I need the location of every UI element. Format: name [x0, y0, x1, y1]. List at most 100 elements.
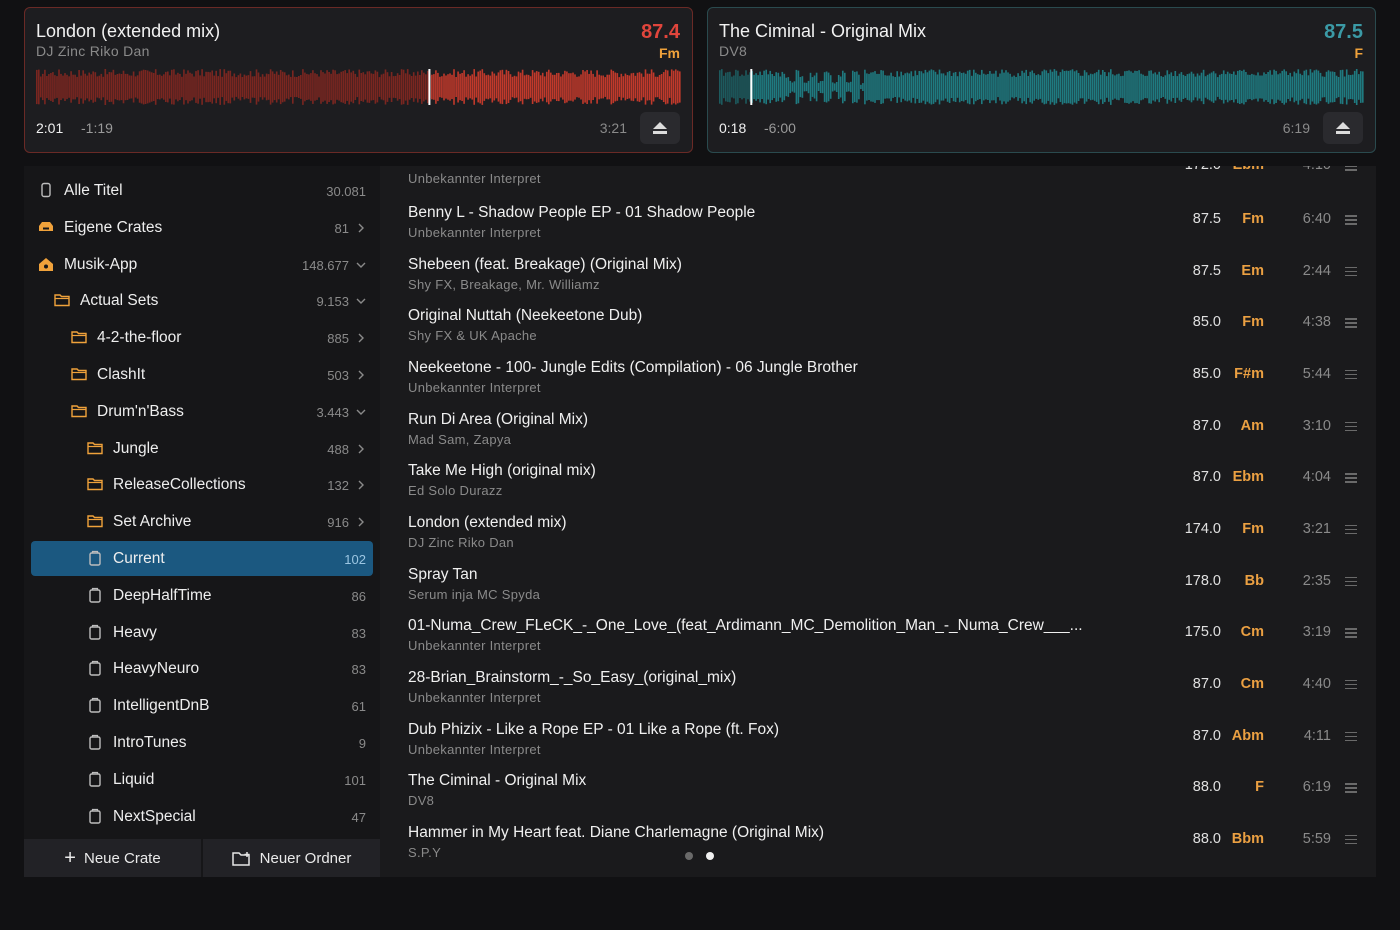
new-crate-button[interactable]: + Neue Crate [24, 839, 201, 877]
drag-handle-icon[interactable] [1345, 679, 1357, 690]
deck-b-title: The Ciminal - Original Mix [719, 21, 927, 41]
drag-handle-icon[interactable] [1345, 783, 1357, 793]
deck-b: The Ciminal - Original Mix DV8 87.5 F 0:… [707, 7, 1376, 153]
drag-handle-icon[interactable] [1345, 731, 1357, 741]
track-row[interactable]: Original Nuttah (Neekeetone Dub) Shy FX &… [380, 307, 1376, 359]
sidebar-item-4-2-the-floor[interactable]: 4-2-the-floor 885 [31, 320, 373, 355]
sidebar-item-actual-sets[interactable]: Actual Sets 9.153 [31, 283, 373, 318]
page-dot-2[interactable] [706, 852, 714, 860]
track-bpm: 87.0 [1192, 675, 1221, 692]
sidebar-item-liquid[interactable]: Liquid 101 [31, 762, 373, 797]
track-row[interactable]: Neekeetone - 100- Jungle Edits (Compilat… [380, 359, 1376, 411]
sidebar-item-current[interactable]: Current 102 [31, 541, 373, 576]
drag-handle-icon[interactable] [1345, 524, 1357, 535]
folder-icon [71, 329, 87, 345]
track-row[interactable]: Dub Phizix - Like a Rope EP - 01 Like a … [380, 721, 1376, 773]
sidebar-item-set-archive[interactable]: Set Archive 916 [31, 504, 373, 539]
playlist-icon [87, 697, 103, 713]
folder-icon [71, 403, 87, 419]
track-artist: Unbekannter Interpret [408, 171, 541, 186]
sidebar-item-label: HeavyNeuro [113, 660, 200, 678]
chevron-right-icon[interactable] [356, 515, 366, 527]
sidebar-item-introtunes[interactable]: IntroTunes 9 [31, 725, 373, 760]
page-indicator[interactable] [685, 852, 714, 860]
track-duration: 2:35 [1302, 572, 1331, 589]
track-row[interactable]: Benny L - Shadow People EP - 01 Shadow P… [380, 204, 1376, 256]
sidebar-item-jungle[interactable]: Jungle 488 [31, 431, 373, 466]
chevron-right-icon[interactable] [356, 478, 366, 490]
track-key: Em [1241, 262, 1264, 279]
page-dot-1[interactable] [685, 852, 693, 860]
sidebar-item-deephalftime[interactable]: DeepHalfTime 86 [31, 578, 373, 613]
deck-b-eject-button[interactable] [1323, 112, 1363, 144]
track-key: Fm [1242, 211, 1264, 227]
drag-handle-icon[interactable] [1345, 166, 1357, 171]
track-title: London (extended mix) [408, 513, 567, 531]
track-row[interactable]: 01-Numa_Crew_FLeCK_-_One_Love_(feat_Ardi… [380, 617, 1376, 669]
track-key: Abm [1231, 727, 1264, 744]
deck-b-remaining: -6:00 [764, 120, 796, 136]
new-folder-button[interactable]: Neuer Ordner [203, 839, 380, 877]
playhead-marker [750, 69, 753, 105]
deck-b-artist: DV8 [719, 43, 748, 59]
drag-handle-icon[interactable] [1345, 473, 1357, 483]
chevron-right-icon[interactable] [356, 221, 366, 233]
deck-b-duration: 6:19 [1282, 120, 1310, 136]
sidebar-item-clashit[interactable]: ClashIt 503 [31, 357, 373, 392]
track-key: F [1255, 779, 1264, 796]
sidebar-item-drum-n-bass[interactable]: Drum'n'Bass 3.443 [31, 394, 373, 429]
track-duration: 4:38 [1302, 314, 1331, 331]
sidebar-item-heavyneuro[interactable]: HeavyNeuro 83 [31, 651, 373, 686]
track-artist: Unbekannter Interpret [408, 225, 541, 240]
folder-icon [87, 513, 103, 529]
deck-a-eject-button[interactable] [640, 112, 680, 144]
track-key: Am [1240, 417, 1264, 434]
sidebar-item-count: 9 [358, 736, 366, 751]
track-row[interactable]: Run Di Area (Original Mix) Mad Sam, Zapya… [380, 411, 1376, 463]
track-row[interactable]: 28-Brian_Brainstorm_-_So_Easy_(original_… [380, 669, 1376, 721]
sidebar-item-heavy[interactable]: Heavy 83 [31, 615, 373, 650]
sidebar-item-releasecollections[interactable]: ReleaseCollections 132 [31, 467, 373, 502]
track-duration: 3:10 [1302, 417, 1331, 434]
sidebar-item-label: IntroTunes [113, 734, 187, 751]
drag-handle-icon[interactable] [1345, 318, 1357, 328]
deck-b-waveform[interactable] [719, 69, 1364, 105]
drag-handle-icon[interactable] [1345, 576, 1357, 587]
sidebar-item-musik-app[interactable]: Musik-App 148.677 [31, 247, 373, 282]
track-row[interactable]: The Ciminal - Original Mix DV8 88.0 F 6:19 [380, 772, 1376, 824]
sidebar-item-label: NextSpecial [113, 807, 196, 825]
deck-a-waveform[interactable] [36, 69, 681, 105]
sidebar-item-nextspecial[interactable]: NextSpecial 47 [31, 799, 373, 834]
drag-handle-icon[interactable] [1345, 266, 1357, 277]
drag-handle-icon[interactable] [1345, 369, 1357, 380]
chevron-right-icon[interactable] [356, 331, 366, 343]
sidebar-item-intelligentdnb[interactable]: IntelligentDnB 61 [31, 688, 373, 723]
track-row[interactable]: London (extended mix) DJ Zinc Riko Dan 174… [380, 514, 1376, 566]
folder-icon [87, 440, 103, 456]
chevron-down-icon[interactable] [356, 405, 366, 417]
track-bpm: 87.0 [1192, 417, 1221, 434]
sidebar-actions: + Neue Crate Neuer Ordner [24, 839, 380, 877]
sidebar-item-eigene-crates[interactable]: Eigene Crates 81 [31, 210, 373, 245]
drag-handle-icon[interactable] [1345, 421, 1357, 432]
track-row[interactable]: Hammer in My Heart feat. Diane Charlemag… [380, 824, 1376, 876]
track-bpm: 87.5 [1192, 211, 1221, 227]
chevron-right-icon[interactable] [356, 368, 366, 380]
phone-icon [38, 182, 54, 198]
sidebar-item-count: 102 [344, 552, 366, 567]
chevron-right-icon[interactable] [356, 442, 366, 454]
track-bpm: 85.0 [1192, 314, 1221, 331]
track-title: Neekeetone - 100- Jungle Edits (Compilat… [408, 358, 858, 376]
drag-handle-icon[interactable] [1345, 628, 1357, 638]
track-row[interactable]: Spray Tan Serum inja MC Spyda 178.0 Bb 2:35 [380, 566, 1376, 618]
track-row[interactable]: Shebeen (feat. Breakage) (Original Mix) S… [380, 256, 1376, 308]
track-bpm: 172.0 [1185, 166, 1221, 173]
track-row[interactable]: Take Me High (original mix) Ed Solo Duraz… [380, 462, 1376, 514]
drag-handle-icon[interactable] [1345, 215, 1357, 225]
sidebar-item-count: 3.443 [316, 404, 349, 420]
drag-handle-icon[interactable] [1345, 834, 1357, 845]
sidebar-item-alle-titel[interactable]: Alle Titel 30.081 [31, 173, 373, 208]
folder-icon [71, 366, 87, 382]
chevron-down-icon[interactable] [356, 258, 366, 270]
chevron-down-icon[interactable] [356, 294, 366, 306]
